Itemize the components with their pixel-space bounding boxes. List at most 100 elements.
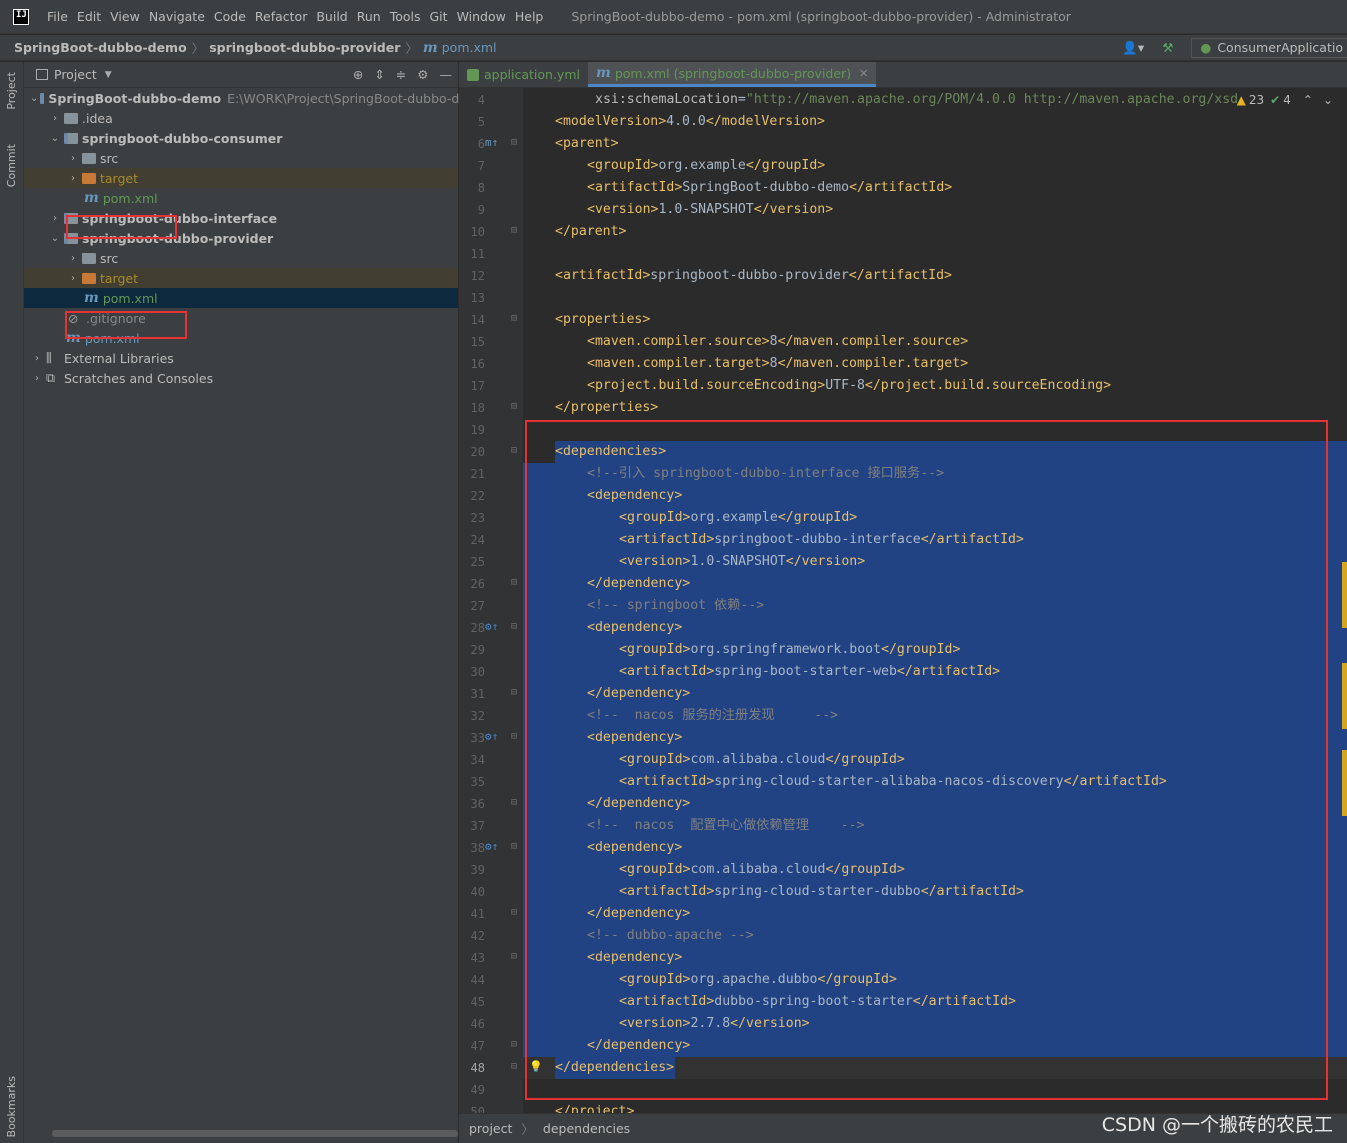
collapse-all-icon[interactable]: ≑	[396, 67, 406, 82]
tab-application-yml[interactable]: application.yml	[459, 62, 588, 87]
module-folder-icon	[64, 132, 78, 144]
fold-marker-icon[interactable]: ⊟	[511, 797, 517, 808]
line-number: 23	[470, 511, 485, 525]
chevron-down-icon[interactable]: ⌄	[48, 233, 62, 244]
chevron-right-icon[interactable]: ›	[30, 353, 44, 364]
close-icon[interactable]: ✕	[859, 67, 868, 80]
code-line: <maven.compiler.source>8</maven.compiler…	[587, 334, 969, 349]
tree-item-consumer-target[interactable]: › target	[24, 168, 458, 188]
fold-marker-icon[interactable]: ⊟	[511, 621, 517, 632]
menu-edit[interactable]: Edit	[73, 9, 105, 24]
check-icon: ✔	[1270, 93, 1281, 107]
menu-window[interactable]: Window	[453, 9, 510, 24]
project-panel-title[interactable]: Project	[54, 67, 97, 82]
project-panel-tools: ⊕ ⇕ ≑ ⚙ —	[342, 67, 452, 82]
chevron-down-icon[interactable]: ⌄	[30, 93, 38, 104]
menu-help[interactable]: Help	[511, 9, 548, 24]
menu-tools[interactable]: Tools	[386, 9, 425, 24]
menu-refactor[interactable]: Refactor	[251, 9, 311, 24]
chevron-right-icon[interactable]: ›	[48, 213, 62, 224]
fold-marker-icon[interactable]: ⊟	[511, 841, 517, 852]
chevron-right-icon[interactable]: ›	[66, 173, 80, 184]
dependency-icon[interactable]: ⚙↑	[485, 620, 498, 633]
chevron-down-icon[interactable]: ▼	[105, 70, 112, 80]
tree-item-consumer-pom[interactable]: m pom.xml	[24, 188, 458, 208]
fold-marker-icon[interactable]: ⊟	[511, 1061, 517, 1072]
fold-marker-icon[interactable]: ⊟	[511, 137, 517, 148]
error-stripe-marker[interactable]	[1342, 750, 1347, 816]
fold-marker-icon[interactable]: ⊟	[511, 445, 517, 456]
line-number: 7	[477, 159, 485, 173]
commit-tool-tab[interactable]: Commit	[5, 144, 18, 187]
error-stripe-marker[interactable]	[1342, 562, 1347, 628]
menu-code[interactable]: Code	[210, 9, 250, 24]
chevron-down-icon[interactable]: ⌄	[48, 133, 62, 144]
maven-file-icon: m	[84, 190, 99, 206]
chevron-right-icon[interactable]: ›	[30, 373, 44, 384]
chevron-right-icon[interactable]: ›	[66, 253, 80, 264]
tree-item-consumer[interactable]: ⌄ springboot-dubbo-consumer	[24, 128, 458, 148]
locate-icon[interactable]: ⊕	[353, 67, 363, 82]
menu-build[interactable]: Build	[312, 9, 351, 24]
fold-marker-icon[interactable]: ⊟	[511, 577, 517, 588]
tree-item-idea[interactable]: › .idea	[24, 108, 458, 128]
breadcrumb-dependencies-tag[interactable]: dependencies	[543, 1121, 630, 1136]
breadcrumb-project-tag[interactable]: project	[469, 1121, 512, 1136]
fold-marker-icon[interactable]: ⊟	[511, 907, 517, 918]
breadcrumb-module[interactable]: springboot-dubbo-provider	[209, 40, 400, 55]
chevron-right-icon[interactable]: ›	[48, 113, 62, 124]
tab-pom-xml[interactable]: m pom.xml (springboot-dubbo-provider) ✕	[587, 62, 877, 87]
fold-marker-icon[interactable]: ⊟	[511, 731, 517, 742]
horizontal-scrollbar[interactable]	[52, 1130, 458, 1137]
tree-item-label: springboot-dubbo-consumer	[82, 130, 283, 146]
hide-icon[interactable]: —	[440, 67, 453, 82]
inspection-widget[interactable]: ▲ 23 ✔ 4 ⌃ ⌄	[1237, 93, 1333, 107]
menu-navigate[interactable]: Navigate	[145, 9, 209, 24]
breadcrumb-file[interactable]: pom.xml	[442, 40, 497, 55]
breadcrumb-project[interactable]: SpringBoot-dubbo-demo	[14, 40, 187, 55]
fold-marker-icon[interactable]: ⊟	[511, 225, 517, 236]
menu-run[interactable]: Run	[353, 9, 385, 24]
chevron-right-icon[interactable]: ›	[66, 153, 80, 164]
chevron-right-icon[interactable]: ›	[66, 273, 80, 284]
gear-icon[interactable]: ⚙	[417, 67, 428, 82]
user-icon[interactable]: 👤▾	[1122, 40, 1144, 56]
folder-icon	[64, 112, 78, 124]
build-hammer-icon[interactable]: ⚒	[1162, 40, 1173, 55]
line-number: 13	[470, 291, 485, 305]
warning-icon: ▲	[1236, 93, 1246, 107]
tree-item-provider-pom[interactable]: m pom.xml	[24, 288, 458, 308]
chevron-down-icon[interactable]: ⌄	[1323, 93, 1333, 107]
tree-item-root[interactable]: ⌄ SpringBoot-dubbo-demo E:\WORK\Project\…	[24, 88, 467, 108]
fold-marker-icon[interactable]: ⊟	[511, 401, 517, 412]
run-configuration-select[interactable]: ● ConsumerApplicatio	[1191, 37, 1347, 58]
maven-parent-icon[interactable]: m↑	[485, 136, 498, 149]
bookmarks-tool-tab[interactable]: Bookmarks	[5, 1076, 18, 1137]
project-view-icon	[36, 69, 48, 80]
menu-git[interactable]: Git	[426, 9, 452, 24]
code-line: <properties>	[555, 312, 651, 327]
menu-view[interactable]: View	[106, 9, 144, 24]
tree-item-external-libraries[interactable]: › ⫼ External Libraries	[24, 348, 458, 368]
error-stripe-marker[interactable]	[1342, 663, 1347, 729]
tree-item-provider-target[interactable]: › target	[24, 268, 458, 288]
expand-all-icon[interactable]: ⇕	[374, 67, 384, 82]
project-tool-tab[interactable]: Project	[5, 72, 18, 110]
dependency-icon[interactable]: ⚙↑	[485, 730, 498, 743]
breadcrumb-separator-icon: 〉	[405, 41, 418, 56]
fold-marker-icon[interactable]: ⊟	[511, 951, 517, 962]
line-number: 24	[470, 533, 485, 547]
fold-marker-icon[interactable]: ⊟	[511, 687, 517, 698]
chevron-up-icon[interactable]: ⌃	[1303, 93, 1313, 107]
fold-marker-icon[interactable]: ⊟	[511, 1039, 517, 1050]
maven-file-icon: m	[595, 65, 611, 81]
line-number: 17	[470, 379, 485, 393]
fold-marker-icon[interactable]: ⊟	[511, 313, 517, 324]
dependency-icon[interactable]: ⚙↑	[485, 840, 498, 853]
tree-item-consumer-src[interactable]: › src	[24, 148, 458, 168]
tree-item-provider-src[interactable]: › src	[24, 248, 458, 268]
line-number: 16	[470, 357, 485, 371]
menu-file[interactable]: File	[43, 9, 72, 24]
tree-item-scratches[interactable]: › ⧉ Scratches and Consoles	[24, 368, 458, 388]
code-line: <modelVersion>4.0.0</modelVersion>	[555, 114, 825, 129]
